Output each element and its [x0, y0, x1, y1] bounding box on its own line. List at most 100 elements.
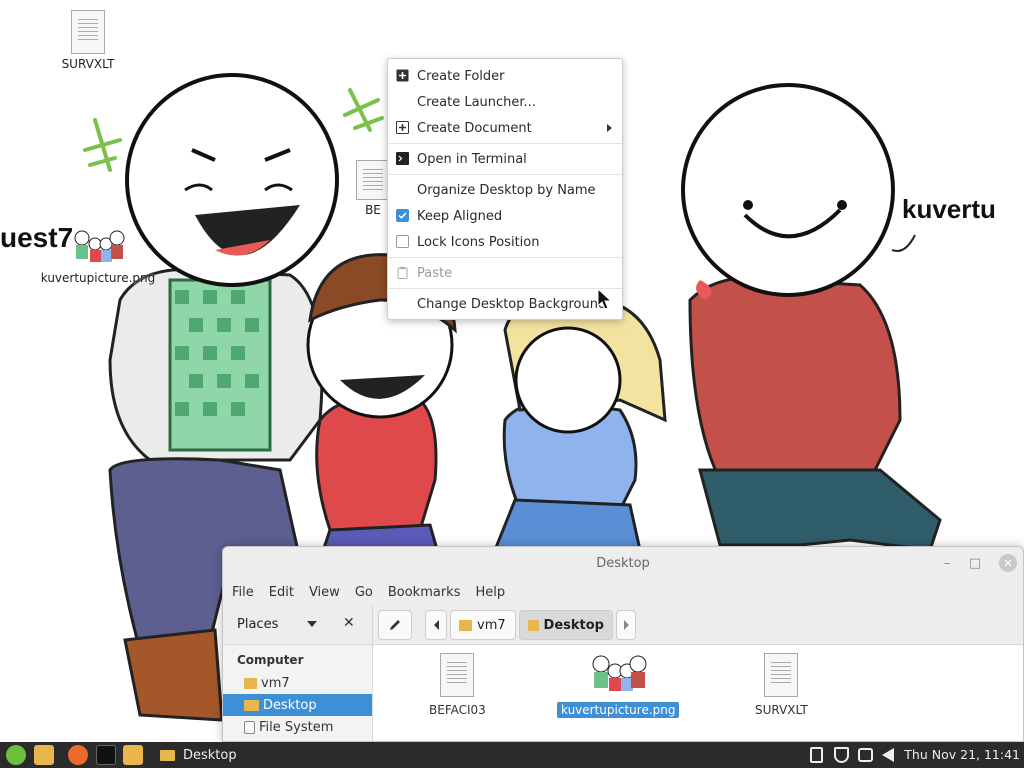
- menu-view[interactable]: View: [309, 585, 340, 600]
- file-item-befaci03[interactable]: BEFACI03: [425, 653, 490, 718]
- document-icon: [764, 653, 799, 697]
- volume-tray-icon[interactable]: [882, 748, 894, 762]
- menu-item-keep-aligned[interactable]: Keep Aligned: [388, 203, 622, 229]
- file-item-kuvertupicture[interactable]: kuvertupicture.png: [557, 653, 680, 718]
- network-tray-icon[interactable]: [858, 748, 873, 762]
- sidebar-heading: Computer: [237, 653, 304, 667]
- places-selector[interactable]: Places ✕: [223, 604, 373, 645]
- breadcrumb-vm7[interactable]: vm7: [450, 610, 516, 640]
- menu-item-label: Lock Icons Position: [417, 234, 540, 250]
- file-manager-body: Computer vm7 Desktop File System BEFACI0…: [223, 645, 1023, 741]
- menu-item-label: Organize Desktop by Name: [417, 182, 596, 198]
- menu-separator: [388, 288, 622, 289]
- plus-folder-icon: [396, 69, 409, 82]
- places-sidebar: Computer vm7 Desktop File System: [223, 645, 373, 741]
- back-button[interactable]: [425, 610, 447, 640]
- menu-go[interactable]: Go: [355, 585, 373, 600]
- clipboard-tray-icon[interactable]: [810, 747, 823, 763]
- menu-edit[interactable]: Edit: [269, 585, 294, 600]
- document-icon: [440, 653, 475, 697]
- desktop-icon-label: BE: [365, 203, 381, 217]
- maximize-button[interactable]: □: [967, 555, 983, 571]
- menu-item-label: Keep Aligned: [417, 208, 503, 224]
- desktop-icon-label: kuvertupicture.png: [40, 271, 156, 285]
- file-manager-launcher-icon[interactable]: [123, 745, 143, 765]
- menu-help[interactable]: Help: [475, 585, 505, 600]
- close-sidebar-icon[interactable]: ✕: [343, 615, 355, 631]
- desktop-icon-kuvertupicture[interactable]: kuvertupicture.png: [38, 228, 158, 285]
- mint-menu-icon[interactable]: [6, 745, 26, 765]
- sidebar-item-label: vm7: [261, 675, 290, 691]
- menu-separator: [388, 257, 622, 258]
- menubar: File Edit View Go Bookmarks Help: [223, 579, 1023, 605]
- window-titlebar[interactable]: Desktop – □ ✕: [223, 547, 1023, 579]
- checkbox-unchecked-icon[interactable]: [396, 235, 409, 248]
- toolbar: Places ✕ vm7 Desktop: [223, 604, 1023, 645]
- menu-item-label: Open in Terminal: [417, 151, 527, 167]
- menu-item-open-terminal[interactable]: Open in Terminal: [388, 146, 622, 172]
- home-folder-icon: [244, 677, 257, 689]
- menu-item-paste: Paste: [388, 260, 622, 286]
- edit-location-button[interactable]: [378, 610, 412, 640]
- menu-item-label: Change Desktop Background: [417, 296, 607, 312]
- chevron-left-icon: [433, 620, 439, 630]
- sidebar-item-file-system[interactable]: File System: [223, 716, 372, 738]
- file-manager-window: Desktop – □ ✕ File Edit View Go Bookmark…: [222, 546, 1024, 742]
- sidebar-item-vm7[interactable]: vm7: [223, 672, 372, 694]
- folder-icon: [528, 619, 539, 631]
- firefox-launcher-icon[interactable]: [68, 745, 88, 765]
- image-thumbnail-icon: [592, 655, 647, 691]
- menu-item-label: Paste: [417, 265, 453, 281]
- menu-separator: [388, 174, 622, 175]
- drive-icon: [244, 720, 255, 734]
- menu-item-label: Create Document: [417, 120, 532, 136]
- checkbox-checked-icon[interactable]: [396, 209, 409, 222]
- files-launcher-icon[interactable]: [34, 745, 54, 765]
- taskbar-window-desktop[interactable]: Desktop: [160, 742, 237, 768]
- image-thumbnail-icon: [74, 230, 125, 262]
- forward-button[interactable]: [616, 610, 636, 640]
- menu-item-create-document[interactable]: Create Document: [388, 115, 622, 141]
- pencil-icon: [390, 620, 400, 630]
- desktop-icon-label: SURVXLT: [61, 57, 115, 71]
- file-name: SURVXLT: [755, 703, 808, 717]
- menu-file[interactable]: File: [232, 585, 254, 600]
- breadcrumb-label: Desktop: [543, 617, 604, 633]
- terminal-launcher-icon[interactable]: [96, 745, 116, 765]
- menu-item-create-launcher[interactable]: Create Launcher...: [388, 89, 622, 115]
- close-button[interactable]: ✕: [999, 554, 1017, 572]
- document-icon: [71, 10, 105, 54]
- file-name: kuvertupicture.png: [557, 702, 680, 718]
- window-title: Desktop: [596, 555, 650, 571]
- sidebar-item-label: Desktop: [263, 697, 317, 713]
- desktop-icon-survxlt[interactable]: SURVXLT: [28, 10, 148, 71]
- menu-item-change-background[interactable]: Change Desktop Background: [388, 291, 622, 317]
- chevron-down-icon[interactable]: [307, 620, 317, 627]
- menu-item-label: Create Folder: [417, 68, 505, 84]
- breadcrumb-label: vm7: [477, 617, 506, 633]
- clock[interactable]: Thu Nov 21, 11:41: [904, 747, 1020, 762]
- taskbar-window-label: Desktop: [183, 747, 237, 763]
- menu-item-create-folder[interactable]: Create Folder: [388, 63, 622, 89]
- file-item-survxlt[interactable]: SURVXLT: [751, 653, 812, 718]
- file-name: BEFACI03: [429, 703, 486, 717]
- menu-separator: [388, 143, 622, 144]
- home-folder-icon: [459, 619, 472, 631]
- menu-item-label: Create Launcher...: [417, 94, 536, 110]
- breadcrumb-desktop[interactable]: Desktop: [519, 610, 613, 640]
- places-label: Places: [237, 617, 279, 632]
- shield-tray-icon[interactable]: [834, 747, 849, 763]
- menu-bookmarks[interactable]: Bookmarks: [388, 585, 461, 600]
- menu-item-lock-icons[interactable]: Lock Icons Position: [388, 229, 622, 255]
- plus-document-icon: [396, 121, 409, 134]
- terminal-icon: [396, 152, 409, 165]
- sidebar-item-desktop[interactable]: Desktop: [223, 694, 372, 716]
- chevron-right-icon: [623, 620, 629, 630]
- clipboard-icon: [397, 266, 408, 279]
- mouse-cursor-icon: [597, 288, 613, 310]
- folder-icon: [160, 749, 175, 761]
- minimize-button[interactable]: –: [939, 555, 955, 571]
- menu-item-organize-by-name[interactable]: Organize Desktop by Name: [388, 177, 622, 203]
- taskbar: Desktop Thu Nov 21, 11:41: [0, 742, 1024, 768]
- file-view[interactable]: BEFACI03 kuvertupicture.png SURVXLT: [373, 645, 1023, 741]
